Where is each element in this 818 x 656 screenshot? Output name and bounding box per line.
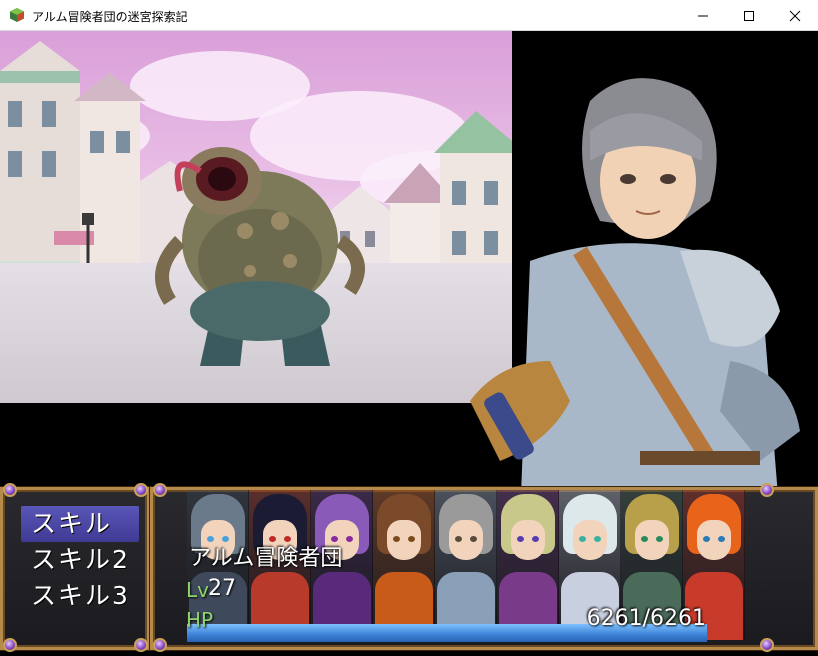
close-button[interactable]	[772, 0, 818, 31]
frame-gem-icon	[134, 638, 148, 652]
party-member-portrait	[435, 490, 497, 640]
minimize-button[interactable]	[680, 0, 726, 31]
title-bar: アルム冒険者団の迷宮探索記	[0, 0, 818, 31]
party-member-portrait	[373, 490, 435, 640]
menu-item-skill[interactable]: スキル	[21, 506, 139, 542]
frame-gem-icon	[153, 483, 167, 497]
frame-gem-icon	[3, 483, 17, 497]
frame-gem-icon	[3, 638, 17, 652]
minimize-icon	[698, 15, 708, 16]
battle-hud: スキル スキル2 スキル3 アルム冒険者団 Lv 27 HP 6261/6261	[0, 483, 818, 656]
party-name: アルム冒険者団	[189, 546, 343, 571]
battle-background	[0, 31, 512, 403]
menu-item-skill-3[interactable]: スキル3	[21, 578, 139, 614]
window-title: アルム冒険者団の迷宮探索記	[32, 10, 188, 24]
frame-gem-icon	[760, 483, 774, 497]
game-screen[interactable]: スキル スキル2 スキル3 アルム冒険者団 Lv 27 HP 6261/6261	[0, 31, 818, 656]
frame-gem-icon	[153, 638, 167, 652]
hp-label: HP	[186, 608, 214, 632]
skill-menu: スキル スキル2 スキル3	[0, 487, 150, 650]
party-status-panel: アルム冒険者団 Lv 27 HP 6261/6261	[150, 487, 818, 650]
maximize-icon	[744, 10, 754, 21]
frame-gem-icon	[760, 638, 774, 652]
enemy-monster[interactable]	[150, 121, 370, 371]
close-icon	[789, 10, 801, 21]
frame-gem-icon	[134, 483, 148, 497]
app-icon	[10, 8, 24, 22]
hero-portrait	[470, 78, 800, 521]
hp-value: 6261/6261	[586, 606, 706, 631]
maximize-button[interactable]	[726, 0, 772, 31]
level-label: Lv	[186, 578, 209, 602]
level-value: 27	[208, 576, 236, 601]
menu-item-skill-2[interactable]: スキル2	[21, 542, 139, 578]
